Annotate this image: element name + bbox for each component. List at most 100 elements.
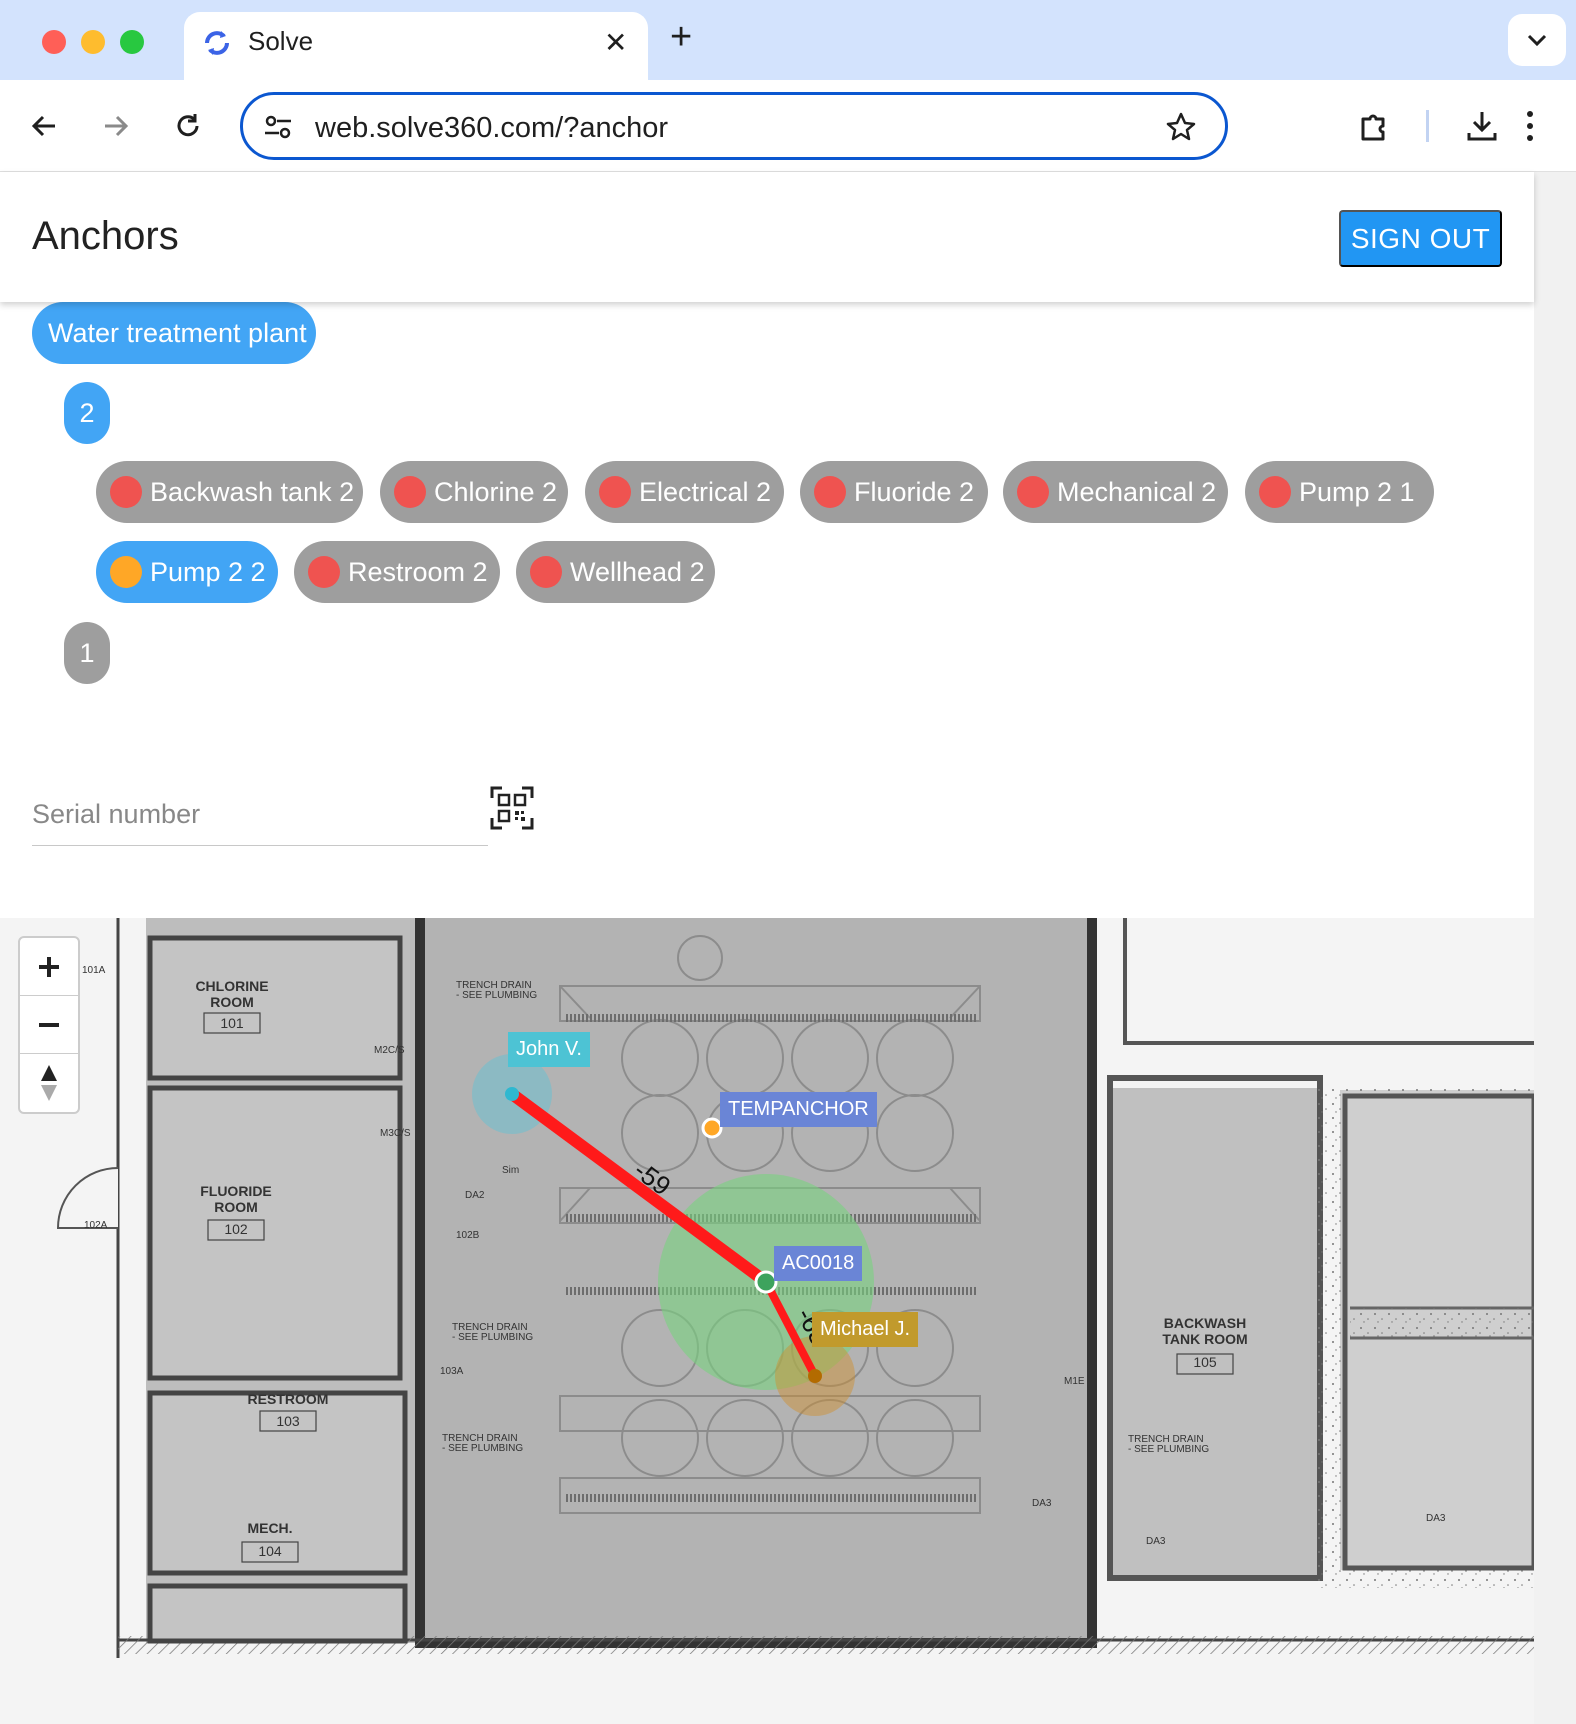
status-dot [394,476,426,508]
status-dot [1259,476,1291,508]
window-minimize-button[interactable] [81,30,105,54]
svg-text:103A: 103A [440,1366,464,1377]
svg-text:102A: 102A [84,1220,108,1231]
address-bar[interactable]: web.solve360.com/?anchor [240,92,1228,160]
anchor-chip-label: Fluoride 2 [854,476,975,507]
room-label-chlorine: CHLORINE [195,978,268,994]
anchor-chip[interactable]: Electrical 2 [585,461,784,523]
anchor-chip-label: Chlorine 2 [434,476,558,507]
page-scrollbar[interactable] [1534,172,1576,1724]
browser-toolbar: web.solve360.com/?anchor [0,80,1576,172]
map-zoom-control [18,936,80,1114]
svg-text:- SEE PLUMBING: - SEE PLUMBING [1128,1444,1209,1455]
svg-text:102B: 102B [456,1230,480,1241]
window-maximize-button[interactable] [120,30,144,54]
kebab-menu-icon[interactable] [1508,104,1552,148]
anchor-chip-label: Electrical 2 [639,476,772,507]
zoom-out-icon[interactable] [20,996,78,1054]
floor-plan-map[interactable]: CHLORINE ROOM 101 FLUORIDE ROOM 102 REST… [0,918,1534,1724]
michael-position-dot [808,1369,822,1383]
svg-text:- SEE PLUMBING: - SEE PLUMBING [456,990,537,1001]
anchor-chip[interactable]: Fluoride 2 [800,461,988,523]
page-title: Anchors [32,214,179,258]
serial-number-field [32,782,488,846]
svg-text:DA3: DA3 [1146,1536,1166,1547]
status-dot [1017,476,1049,508]
status-dot [110,556,142,588]
marker-label-michael[interactable]: Michael J. [812,1312,919,1347]
status-dot [814,476,846,508]
download-icon[interactable] [1460,104,1504,148]
svg-text:- SEE PLUMBING: - SEE PLUMBING [442,1443,523,1454]
app-header: Anchors SIGN OUT [0,172,1534,302]
svg-text:DA2: DA2 [465,1190,485,1201]
back-icon[interactable] [22,104,66,148]
svg-text:M3C/S: M3C/S [380,1128,411,1139]
marker-label-john[interactable]: John V. [508,1032,590,1067]
bookmark-star-icon[interactable] [1165,111,1197,148]
tab-search-icon[interactable] [1508,14,1566,66]
svg-text:Sim: Sim [502,1165,519,1176]
tab-title: Solve [248,26,314,56]
svg-text:TANK ROOM: TANK ROOM [1162,1331,1247,1347]
anchor-chip-label: Pump 2 1 [1299,476,1415,507]
floor-plan-drawing: CHLORINE ROOM 101 FLUORIDE ROOM 102 REST… [0,918,1534,1724]
svg-text:DA3: DA3 [1426,1513,1446,1524]
status-dot [530,556,562,588]
zoom-in-icon[interactable] [20,938,78,996]
site-chip[interactable]: Water treatment plant [32,302,316,364]
anchor-chip[interactable]: Backwash tank 2 [96,461,363,523]
new-tab-icon[interactable]: + [670,18,692,56]
tab-close-icon[interactable]: ✕ [604,26,627,59]
status-dot [110,476,142,508]
forward-icon[interactable] [94,104,138,148]
qr-scan-icon[interactable] [490,786,534,835]
floor-chip-2[interactable]: 2 [64,382,110,444]
john-position-dot [505,1087,519,1101]
reload-icon[interactable] [166,104,210,148]
sign-out-button[interactable]: SIGN OUT [1339,210,1502,267]
anchor-chip-label: Mechanical 2 [1057,476,1217,507]
site-chip-label: Water treatment plant [48,317,307,348]
svg-text:- SEE PLUMBING: - SEE PLUMBING [452,1332,533,1343]
anchor-chip-label: Wellhead 2 [570,556,705,587]
floor-chip-1[interactable]: 1 [64,622,110,684]
toolbar-separator [1426,110,1429,142]
svg-text:103: 103 [276,1413,300,1429]
anchor-chip-selected[interactable]: Pump 2 2 [96,541,278,603]
tempanchor-dot [701,1117,723,1139]
svg-text:MECH.: MECH. [247,1520,292,1536]
status-dot [308,556,340,588]
svg-text:M1E: M1E [1064,1376,1085,1387]
svg-text:ROOM: ROOM [214,1199,258,1215]
anchor-chip[interactable]: Wellhead 2 [516,541,715,603]
anchor-chip[interactable]: Chlorine 2 [380,461,568,523]
site-info-icon[interactable] [263,113,293,146]
app-root: Anchors SIGN OUT Water treatment plant 2… [0,172,1534,1724]
serial-number-input[interactable] [32,792,472,836]
svg-text:FLUORIDE: FLUORIDE [200,1183,272,1199]
extensions-icon[interactable] [1352,104,1396,148]
status-dot [599,476,631,508]
svg-text:104: 104 [258,1543,282,1559]
anchor-chip[interactable]: Pump 2 1 [1245,461,1434,523]
ac0018-dot [754,1270,778,1294]
window-close-button[interactable] [42,30,66,54]
svg-text:BACKWASH: BACKWASH [1164,1315,1246,1331]
svg-text:101A: 101A [82,965,106,976]
solve-logo-icon [202,28,232,63]
svg-text:RESTROOM: RESTROOM [248,1391,329,1407]
svg-text:101: 101 [220,1015,244,1031]
url-text: web.solve360.com/?anchor [315,112,669,144]
svg-text:ROOM: ROOM [210,994,254,1010]
marker-label-tempanchor[interactable]: TEMPANCHOR [720,1092,877,1127]
compass-icon[interactable] [20,1054,78,1112]
browser-tab[interactable]: Solve ✕ [184,12,648,80]
anchor-chip-label: Restroom 2 [348,556,488,587]
marker-label-ac0018[interactable]: AC0018 [774,1246,863,1281]
anchor-chip-label: Backwash tank 2 [150,476,355,507]
svg-text:105: 105 [1193,1354,1217,1370]
browser-tab-strip: Solve ✕ + [0,0,1576,80]
anchor-chip[interactable]: Restroom 2 [294,541,500,603]
anchor-chip[interactable]: Mechanical 2 [1003,461,1228,523]
